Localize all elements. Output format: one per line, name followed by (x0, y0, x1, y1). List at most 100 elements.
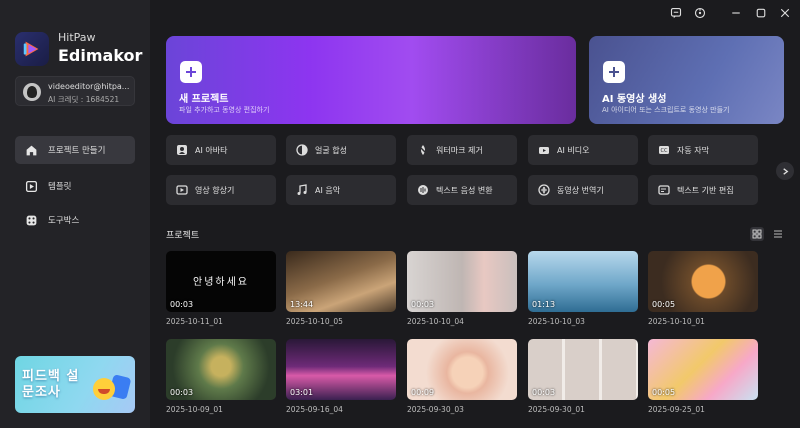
project-thumbnail[interactable]: 13:44 (286, 251, 396, 312)
project-name: 2025-10-10_03 (528, 317, 585, 326)
plus-icon (180, 61, 202, 83)
new-project-subtitle: 파일 추가하고 동영상 편집하기 (179, 106, 270, 114)
project-name: 2025-10-10_04 (407, 317, 464, 326)
project-name: 2025-10-11_01 (166, 317, 223, 326)
tool-text-based-editing[interactable]: 텍스트 기반 편집 (648, 175, 758, 205)
sidebar: HitPaw Edimakor videoeditor@hitpa... AI … (0, 0, 150, 428)
template-icon (24, 179, 38, 193)
new-project-card[interactable]: 새 프로젝트 파일 추가하고 동영상 편집하기 (166, 36, 576, 124)
project-thumbnail[interactable]: 안녕하세요 00:03 (166, 251, 276, 312)
watermark-remove-icon (416, 144, 429, 157)
project-name: 2025-09-30_01 (528, 405, 585, 414)
tool-video-enhancer[interactable]: 영상 향상기 (166, 175, 276, 205)
enhance-icon (175, 184, 188, 197)
project-thumbnail[interactable]: 00:05 (648, 339, 758, 400)
brand-name-main: Edimakor (58, 46, 143, 65)
project-duration: 00:05 (652, 300, 676, 309)
tool-label: AI 음악 (315, 185, 341, 195)
edimakor-logo[interactable] (15, 32, 49, 66)
project-name: 2025-09-25_01 (648, 405, 705, 414)
grid-view-icon[interactable] (750, 227, 764, 241)
subtitle-icon: CC (657, 144, 670, 157)
project-thumbnail[interactable]: 00:03 (407, 251, 517, 312)
project-card[interactable]: 00:09 2025-09-30_03 (407, 339, 517, 414)
minimize-icon[interactable] (729, 6, 743, 20)
project-duration: 03:01 (290, 388, 314, 397)
new-project-title: 새 프로젝트 (179, 94, 229, 105)
project-card[interactable]: 01:13 2025-10-10_03 (528, 251, 638, 326)
projects-heading: 프로젝트 (166, 231, 200, 241)
tools-next-arrow-icon[interactable] (776, 162, 794, 180)
project-card[interactable]: 13:44 2025-10-10_05 (286, 251, 396, 326)
tool-label: 영상 향상기 (195, 185, 235, 195)
svg-text:CC: CC (660, 148, 667, 154)
tool-watermark-remove[interactable]: 워터마크 제거 (407, 135, 517, 165)
avatar-icon (175, 144, 188, 157)
project-duration: 00:09 (411, 388, 435, 397)
tool-text-to-speech[interactable]: 텍스트 음성 변환 (407, 175, 517, 205)
tts-icon (416, 184, 429, 197)
ai-video-icon (537, 144, 550, 157)
tool-ai-avatar[interactable]: AI 아바타 (166, 135, 276, 165)
account-panel[interactable]: videoeditor@hitpa... AI 크레딧 : 1684521 (15, 76, 135, 106)
tool-label: 동영상 번역기 (557, 185, 604, 195)
close-icon[interactable] (778, 6, 792, 20)
project-thumbnail[interactable]: 00:03 (528, 339, 638, 400)
tool-face-swap[interactable]: 얼굴 합성 (286, 135, 396, 165)
project-name: 2025-09-16_04 (286, 405, 343, 414)
brand-name-top: HitPaw (58, 31, 96, 44)
project-thumbnail[interactable]: 01:13 (528, 251, 638, 312)
project-name: 2025-10-09_01 (166, 405, 223, 414)
project-card[interactable]: 00:05 2025-10-10_01 (648, 251, 758, 326)
sidebar-item-toolbox[interactable]: 도구박스 (15, 206, 135, 234)
tool-ai-music[interactable]: AI 음악 (286, 175, 396, 205)
face-swap-icon (295, 144, 308, 157)
list-view-icon[interactable] (771, 227, 785, 241)
project-duration: 00:05 (652, 388, 676, 397)
project-name: 2025-10-10_05 (286, 317, 343, 326)
tool-video-translator[interactable]: 동영상 번역기 (528, 175, 638, 205)
project-duration: 01:13 (532, 300, 556, 309)
feedback-survey-banner[interactable]: 피드백 설문조사 (15, 356, 135, 413)
tool-auto-subtitle[interactable]: CC 자동 자막 (648, 135, 758, 165)
sidebar-item-templates[interactable]: 템플릿 (15, 172, 135, 200)
home-icon (24, 143, 38, 157)
tool-label: 얼굴 합성 (315, 145, 347, 155)
project-thumbnail[interactable]: 00:09 (407, 339, 517, 400)
sidebar-item-label: 템플릿 (48, 182, 72, 192)
toolbox-icon (24, 213, 38, 227)
project-card[interactable]: 안녕하세요 00:03 2025-10-11_01 (166, 251, 276, 326)
sidebar-item-create-project[interactable]: 프로젝트 만들기 (15, 136, 135, 164)
thumbnail-caption: 안녕하세요 (193, 277, 249, 288)
maximize-icon[interactable] (754, 6, 768, 20)
ai-video-title: AI 동영상 생성 (602, 94, 667, 105)
tool-label: 텍스트 기반 편집 (677, 185, 734, 195)
project-card[interactable]: 03:01 2025-09-16_04 (286, 339, 396, 414)
account-email: videoeditor@hitpa... (48, 82, 130, 91)
tool-label: AI 비디오 (557, 145, 590, 155)
project-duration: 13:44 (290, 300, 314, 309)
project-duration: 00:03 (170, 388, 194, 397)
project-name: 2025-09-30_03 (407, 405, 464, 414)
ai-video-subtitle: AI 아이디어 또는 스크립트로 동영상 만들기 (602, 106, 730, 114)
sidebar-item-label: 프로젝트 만들기 (48, 146, 106, 156)
settings-icon[interactable] (693, 6, 707, 20)
text-edit-icon (657, 184, 670, 197)
project-card[interactable]: 00:03 2025-10-10_04 (407, 251, 517, 326)
feedback-icon[interactable] (669, 6, 683, 20)
project-card[interactable]: 00:05 2025-09-25_01 (648, 339, 758, 414)
project-thumbnail[interactable]: 00:03 (166, 339, 276, 400)
project-duration: 00:03 (411, 300, 435, 309)
project-thumbnail[interactable]: 00:05 (648, 251, 758, 312)
tool-ai-video[interactable]: AI 비디오 (528, 135, 638, 165)
project-duration: 00:03 (532, 388, 556, 397)
avatar (23, 83, 41, 101)
sidebar-item-label: 도구박스 (48, 216, 80, 226)
project-card[interactable]: 00:03 2025-10-09_01 (166, 339, 276, 414)
project-name: 2025-10-10_01 (648, 317, 705, 326)
survey-label: 피드백 설문조사 (22, 369, 80, 400)
project-thumbnail[interactable]: 03:01 (286, 339, 396, 400)
project-card[interactable]: 00:03 2025-09-30_01 (528, 339, 638, 414)
tool-label: 텍스트 음성 변환 (436, 185, 493, 195)
ai-video-generate-card[interactable]: AI 동영상 생성 AI 아이디어 또는 스크립트로 동영상 만들기 (589, 36, 784, 124)
